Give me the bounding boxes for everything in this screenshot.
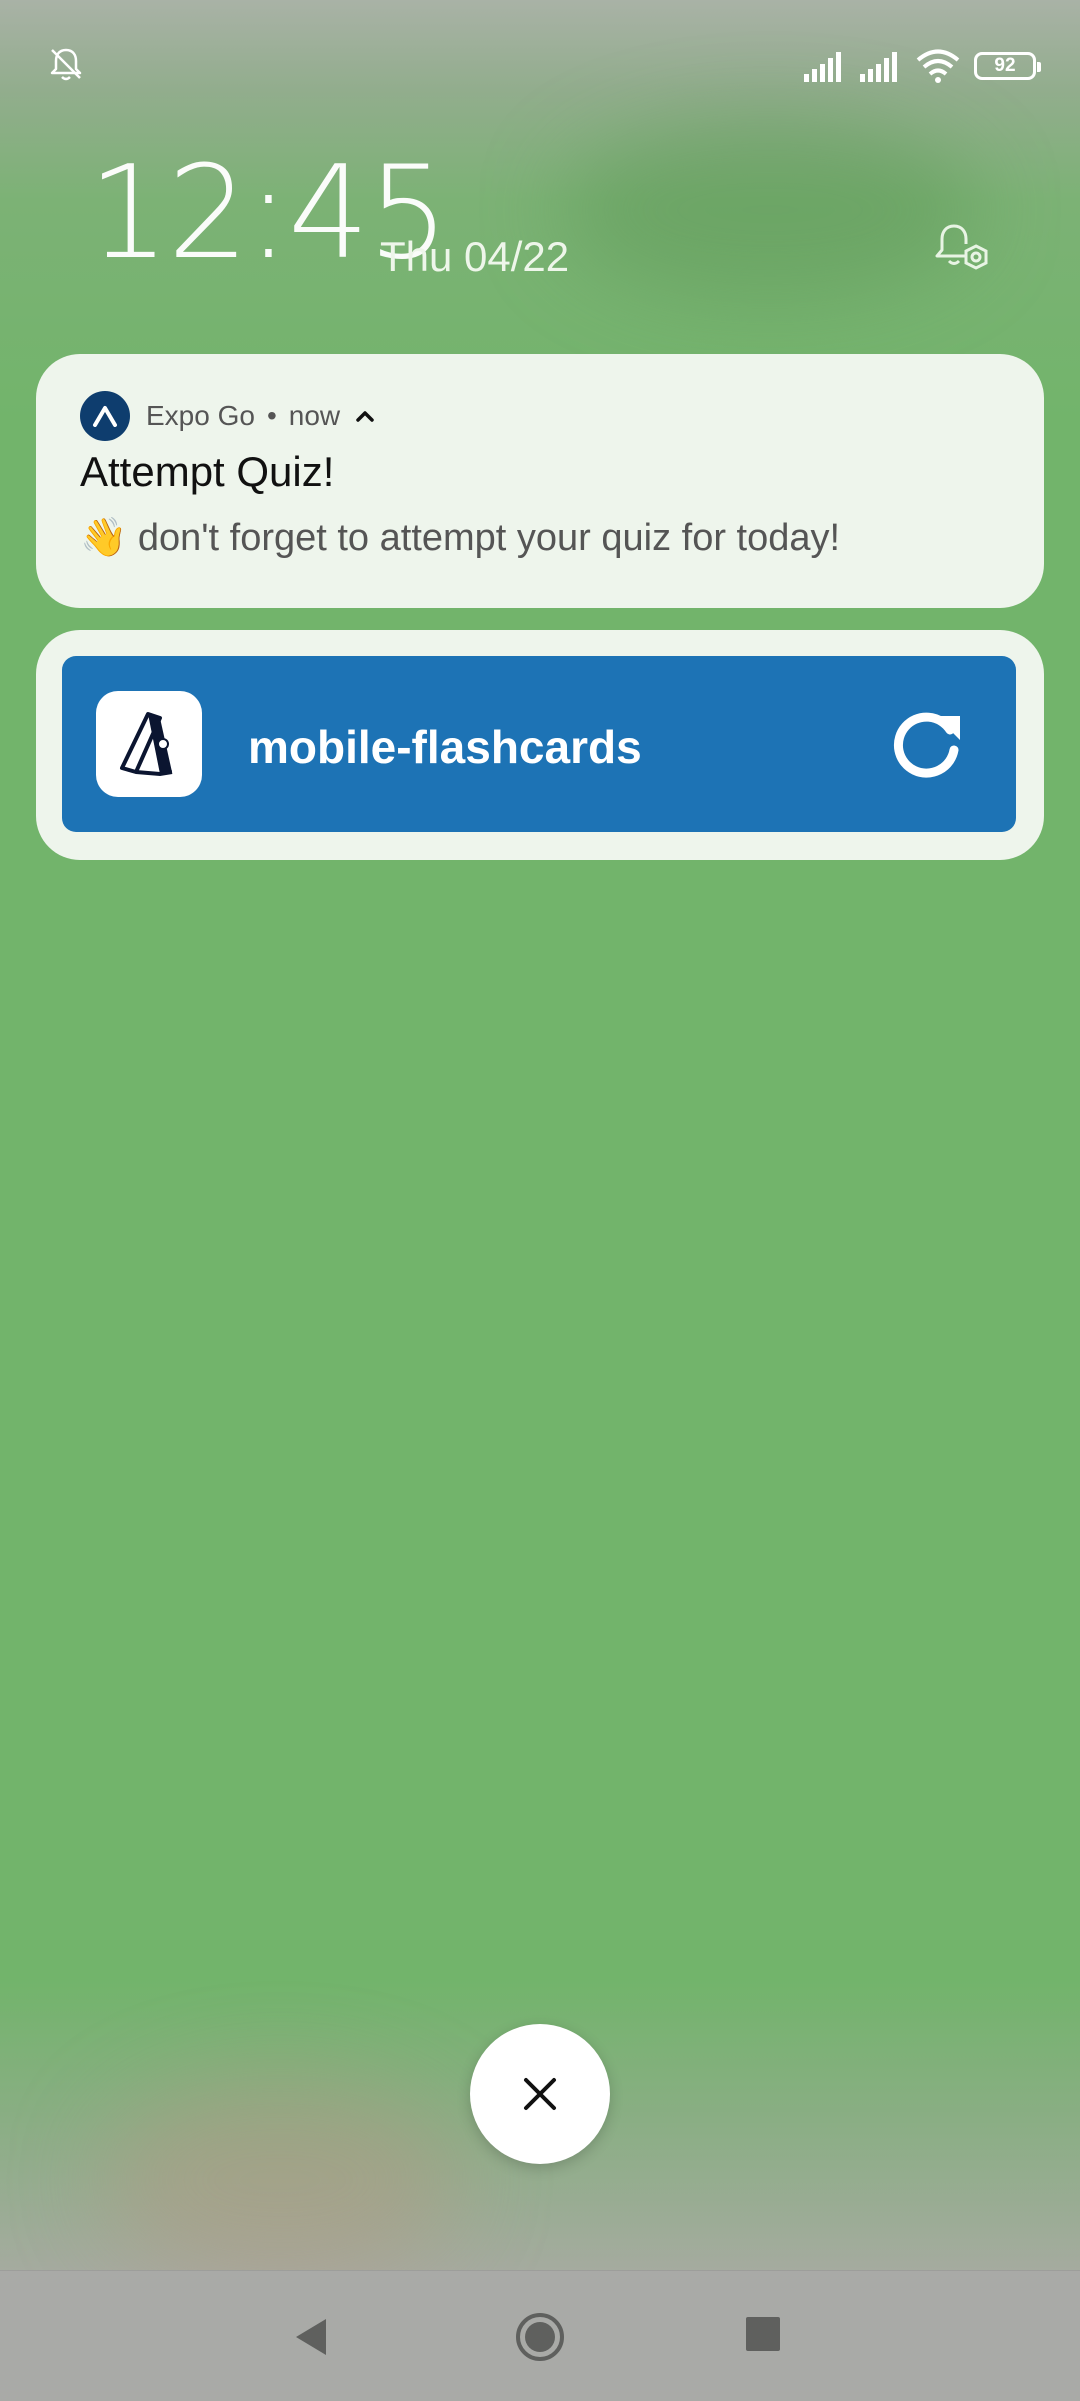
status-icons: 92	[790, 46, 1041, 86]
status-bar: 92	[0, 0, 1080, 130]
app-card: mobile-flashcards	[36, 630, 1044, 860]
signal-icon	[804, 52, 841, 82]
reload-icon[interactable]	[888, 704, 968, 784]
header-separator: •	[266, 400, 277, 431]
close-icon	[524, 2078, 556, 2110]
app-bar[interactable]: mobile-flashcards	[62, 656, 1016, 832]
dismiss-button[interactable]	[470, 2024, 610, 2164]
expo-go-icon	[80, 391, 130, 441]
wallpaper-bottom-glow	[100, 2080, 460, 2280]
notification-settings-icon[interactable]	[932, 218, 994, 280]
navigation-bar	[0, 2270, 1080, 2401]
alarm-off-icon	[46, 44, 86, 84]
notification-app-name: Expo Go	[146, 400, 255, 431]
battery-level: 92	[994, 55, 1016, 76]
notification-title: Attempt Quiz!	[80, 448, 335, 495]
battery-icon: 92	[974, 52, 1041, 80]
notification-header: Expo Go • now	[80, 390, 376, 442]
home-icon[interactable]	[514, 2311, 566, 2363]
chevron-up-icon[interactable]	[354, 405, 376, 427]
app-name: mobile-flashcards	[248, 721, 642, 773]
back-icon[interactable]	[290, 2315, 334, 2359]
lockscreen-date: Thu 04/22	[380, 233, 570, 280]
notification-time: now	[288, 400, 341, 431]
recents-icon[interactable]	[746, 2317, 780, 2351]
notification-body: 👋 don't forget to attempt your quiz for …	[80, 517, 841, 559]
notification-card[interactable]: Expo Go • now Attempt Quiz! 👋 don't forg…	[36, 354, 1044, 608]
app-logo-icon	[96, 691, 202, 797]
wallpaper-glow	[560, 120, 980, 300]
signal-icon	[860, 52, 897, 82]
wifi-icon	[916, 49, 960, 83]
